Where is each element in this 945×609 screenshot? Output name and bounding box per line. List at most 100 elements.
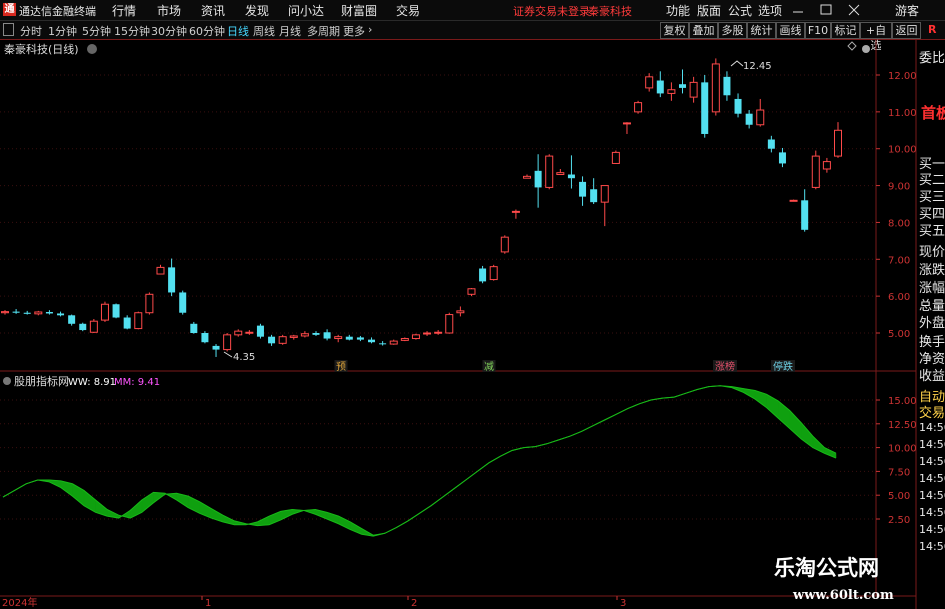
event-tag[interactable]: 涨榜	[713, 360, 737, 373]
side-price: 现价	[919, 245, 945, 260]
side-trade[interactable]: 交易	[919, 402, 945, 421]
candle-body	[201, 333, 209, 343]
candle-body	[767, 139, 775, 149]
candle-body	[456, 310, 465, 314]
candle	[300, 331, 309, 338]
candle-body	[756, 109, 765, 126]
candle	[545, 154, 554, 190]
candlestick-series	[1, 58, 842, 357]
candle	[334, 334, 343, 343]
candle-body	[345, 336, 353, 340]
candle	[811, 150, 820, 190]
watermark-title: 乐淘公式网	[774, 556, 879, 580]
candle-body	[278, 336, 287, 344]
chevron-down-icon[interactable]	[87, 44, 97, 54]
candle-body	[268, 336, 276, 344]
candle-body	[100, 303, 109, 321]
side-earnings: 收益	[919, 369, 945, 384]
side-shouban: 首板	[921, 104, 945, 122]
y-tick-label: 11.00	[888, 108, 917, 119]
candle	[445, 312, 454, 334]
candle-body	[379, 343, 387, 345]
candle	[423, 331, 432, 336]
candle-body	[511, 210, 520, 213]
x-label-year: 2024年	[2, 596, 37, 609]
ww-value-label: WW: 8.91	[68, 377, 116, 388]
high-label: 12.45	[743, 61, 772, 72]
candle	[600, 185, 609, 227]
candle	[634, 100, 643, 114]
tick-time: 14:56	[919, 489, 945, 502]
watermark-url: www.60lt.com	[792, 588, 894, 603]
chart-title: 秦豪科技(日线)	[4, 42, 79, 56]
chart-area[interactable]: 秦豪科技(日线) 12.00 11.00 10.00 9.00 8.00 7.00 6.00…	[0, 0, 945, 609]
y-tick-label: 7.00	[888, 255, 910, 266]
candle	[345, 334, 353, 341]
candle-body	[778, 152, 786, 164]
candle	[1, 310, 9, 315]
candle	[656, 71, 664, 98]
candle	[100, 301, 109, 322]
candle	[268, 334, 276, 346]
candle	[534, 154, 542, 208]
candle-body	[545, 155, 554, 188]
candle-body	[467, 288, 476, 295]
candle-body	[368, 339, 376, 343]
candle-body	[434, 331, 443, 334]
candle	[834, 122, 842, 158]
candle	[289, 334, 298, 340]
y-tick-label: 6.00	[888, 292, 910, 303]
candle	[68, 314, 76, 326]
candle	[223, 333, 232, 352]
candle-body	[667, 89, 676, 94]
candle-body	[711, 63, 720, 113]
candle-body	[801, 200, 809, 230]
low-marker-icon	[223, 351, 233, 358]
candle	[312, 331, 320, 336]
candle-body	[389, 340, 398, 345]
event-tag[interactable]: 停跌	[771, 360, 795, 373]
event-tag[interactable]: 预	[334, 360, 348, 373]
candle	[23, 310, 31, 315]
candle-body	[834, 129, 842, 157]
indicator-name[interactable]: 股朋指标网	[14, 374, 69, 388]
candle-body	[745, 113, 753, 125]
y-tick-label: 5.00	[888, 329, 910, 340]
candle-body	[334, 336, 343, 340]
candle-body	[300, 333, 309, 337]
candle	[622, 122, 631, 134]
ribbon-segment	[338, 515, 351, 530]
candle-body	[245, 331, 254, 334]
candle	[500, 235, 509, 254]
mm-value-label: MM: 9.41	[114, 377, 160, 388]
diamond-icon[interactable]	[847, 41, 857, 51]
candle-body	[23, 312, 31, 314]
event-tag[interactable]: 减	[482, 360, 496, 373]
y-tick-label: 12.50	[888, 420, 917, 431]
candle-body	[179, 292, 187, 313]
candle	[667, 82, 676, 101]
candle-body	[323, 332, 331, 339]
x-label-feb: 2	[411, 598, 417, 609]
candle	[112, 303, 120, 319]
side-change: 涨跌	[919, 263, 945, 278]
chevron-down-icon[interactable]	[3, 377, 11, 385]
low-annotation: 4.35	[223, 351, 255, 363]
y-tick-label: 8.00	[888, 218, 910, 229]
candle-body	[622, 122, 631, 125]
candle	[89, 318, 98, 333]
main-grid	[0, 74, 876, 334]
candle-body	[789, 199, 798, 202]
candle	[778, 147, 786, 168]
candle	[689, 76, 698, 103]
tick-time: 14:56	[919, 523, 945, 536]
candle-body	[567, 174, 575, 179]
candle-body	[523, 175, 532, 179]
ribbon-segment	[789, 409, 802, 440]
settings-icon[interactable]	[862, 45, 870, 53]
candle-body	[634, 102, 643, 113]
candle-body	[689, 81, 698, 98]
candle-body	[811, 155, 820, 188]
candle-body	[289, 335, 298, 338]
candle	[789, 199, 798, 202]
